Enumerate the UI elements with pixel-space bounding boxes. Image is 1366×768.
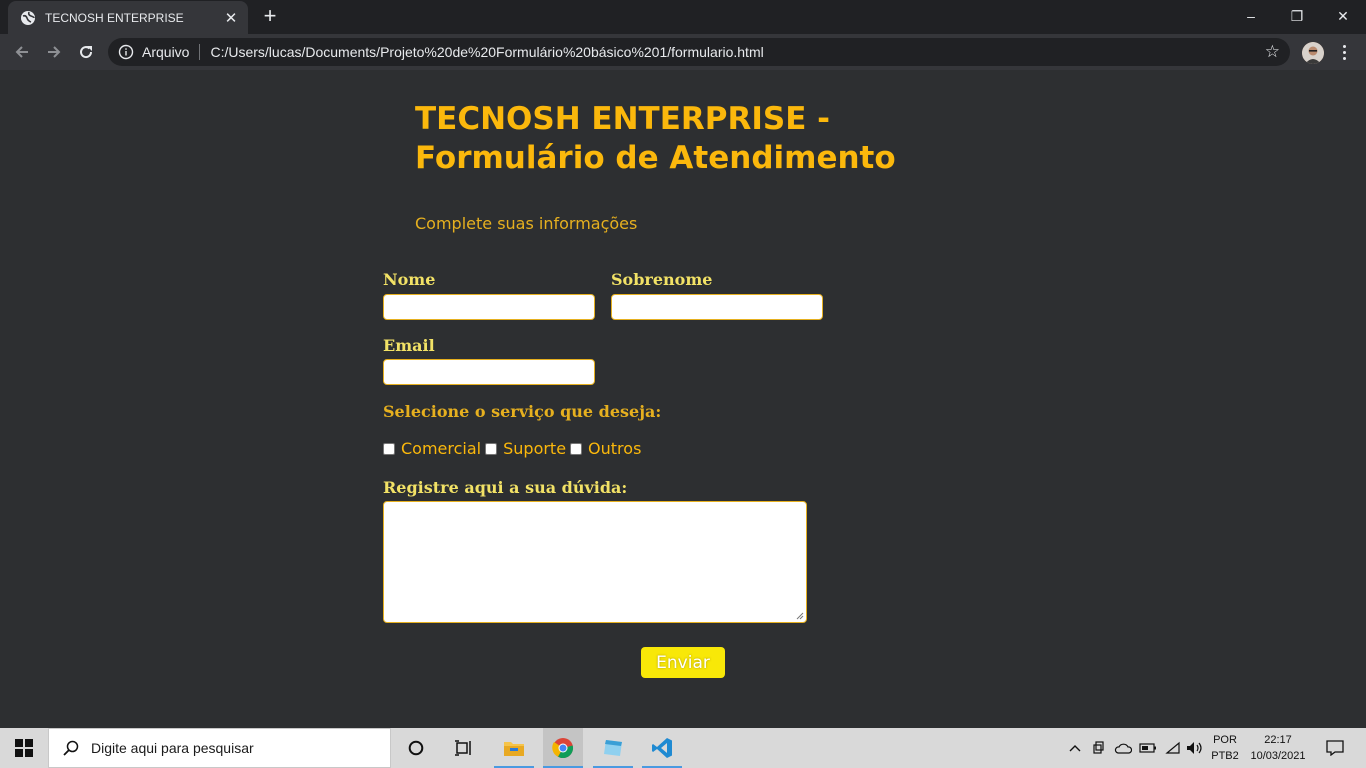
search-icon [63, 740, 79, 756]
input-language[interactable]: POR PTB2 [1208, 732, 1242, 764]
tab-title: TECNOSH ENTERPRISE [45, 10, 184, 25]
restore-button[interactable]: ❐ [1274, 0, 1320, 32]
arrow-right-icon [48, 46, 61, 58]
bookmark-star-icon[interactable]: ☆ [1265, 42, 1280, 62]
wifi-icon[interactable] [1163, 728, 1183, 768]
submit-button[interactable]: Enviar [641, 647, 725, 678]
taskbar-search[interactable]: Digite aqui para pesquisar [48, 728, 391, 768]
profile-avatar[interactable] [1302, 42, 1324, 64]
windows-logo-icon [15, 739, 33, 757]
close-tab-icon[interactable]: ✕ [222, 9, 240, 27]
page-subtitle: Complete suas informações [415, 214, 638, 233]
email-label: Email [383, 336, 435, 355]
meet-now-icon[interactable] [1090, 728, 1108, 768]
checkbox-label-suporte: Suporte [503, 439, 567, 458]
checkbox-outros[interactable] [570, 442, 583, 455]
onedrive-icon[interactable] [1113, 728, 1133, 768]
new-tab-button[interactable]: + [258, 5, 282, 29]
checkbox-comercial[interactable] [383, 442, 395, 455]
browser-tabstrip: TECNOSH ENTERPRISE ✕ + – ❐ ✕ [0, 0, 1366, 34]
language-code: POR [1213, 734, 1237, 746]
last-name-input[interactable] [611, 294, 823, 320]
volume-icon[interactable] [1185, 728, 1205, 768]
task-view-icon[interactable] [443, 728, 483, 768]
arrow-left-icon [15, 46, 28, 58]
question-textarea[interactable] [383, 501, 807, 623]
vscode-icon[interactable] [642, 728, 682, 768]
service-label: Selecione o serviço que deseja: [383, 402, 662, 421]
page-title: TECNOSH ENTERPRISE - Formulário de Atend… [415, 101, 896, 176]
first-name-input[interactable] [383, 294, 595, 320]
windows-taskbar: Digite aqui para pesquisar POR PTB2 22:1… [0, 728, 1366, 768]
search-placeholder: Digite aqui para pesquisar [91, 740, 254, 756]
battery-icon[interactable] [1138, 728, 1158, 768]
reload-icon [80, 46, 93, 59]
checkbox-label-outros: Outros [588, 439, 642, 458]
email-input[interactable] [383, 359, 595, 385]
checkbox-label-comercial: Comercial [401, 439, 482, 458]
first-name-label: Nome [383, 270, 436, 289]
info-icon[interactable] [118, 44, 134, 60]
start-button[interactable] [0, 728, 48, 768]
close-window-button[interactable]: ✕ [1320, 0, 1366, 32]
forward-button[interactable] [40, 38, 68, 66]
service-checkboxes: Comercial Suporte Outros [383, 439, 645, 458]
file-explorer-icon[interactable] [494, 728, 534, 768]
origin-label: Arquivo [142, 44, 190, 60]
notepad-icon[interactable] [593, 728, 633, 768]
keyboard-layout: PTB2 [1211, 750, 1239, 762]
minimize-button[interactable]: – [1228, 0, 1274, 32]
browser-tab[interactable]: TECNOSH ENTERPRISE ✕ [8, 1, 248, 34]
last-name-label: Sobrenome [611, 270, 713, 289]
browser-menu-icon[interactable] [1336, 40, 1352, 64]
back-button[interactable] [8, 38, 36, 66]
clock-time: 22:17 [1264, 734, 1292, 746]
browser-toolbar: Arquivo C:/Users/lucas/Documents/Projeto… [0, 34, 1366, 70]
clock-date: 10/03/2021 [1250, 750, 1306, 762]
notifications-icon[interactable] [1318, 728, 1352, 768]
resize-grip-icon [796, 612, 804, 620]
chrome-taskbar-icon[interactable] [543, 728, 583, 768]
globe-icon [20, 10, 36, 26]
reload-button[interactable] [72, 38, 100, 66]
cortana-icon[interactable] [396, 728, 436, 768]
checkbox-suporte[interactable] [485, 442, 498, 455]
system-clock[interactable]: 22:17 10/03/2021 [1244, 732, 1312, 764]
url-text[interactable]: C:/Users/lucas/Documents/Projeto%20de%20… [210, 44, 1264, 60]
window-controls: – ❐ ✕ [1228, 0, 1366, 32]
show-hidden-icons[interactable] [1066, 728, 1084, 768]
address-bar[interactable]: Arquivo C:/Users/lucas/Documents/Projeto… [108, 38, 1290, 66]
divider [199, 44, 201, 60]
question-label: Registre aqui a sua dúvida: [383, 478, 628, 497]
page-content: TECNOSH ENTERPRISE - Formulário de Atend… [0, 70, 1366, 728]
